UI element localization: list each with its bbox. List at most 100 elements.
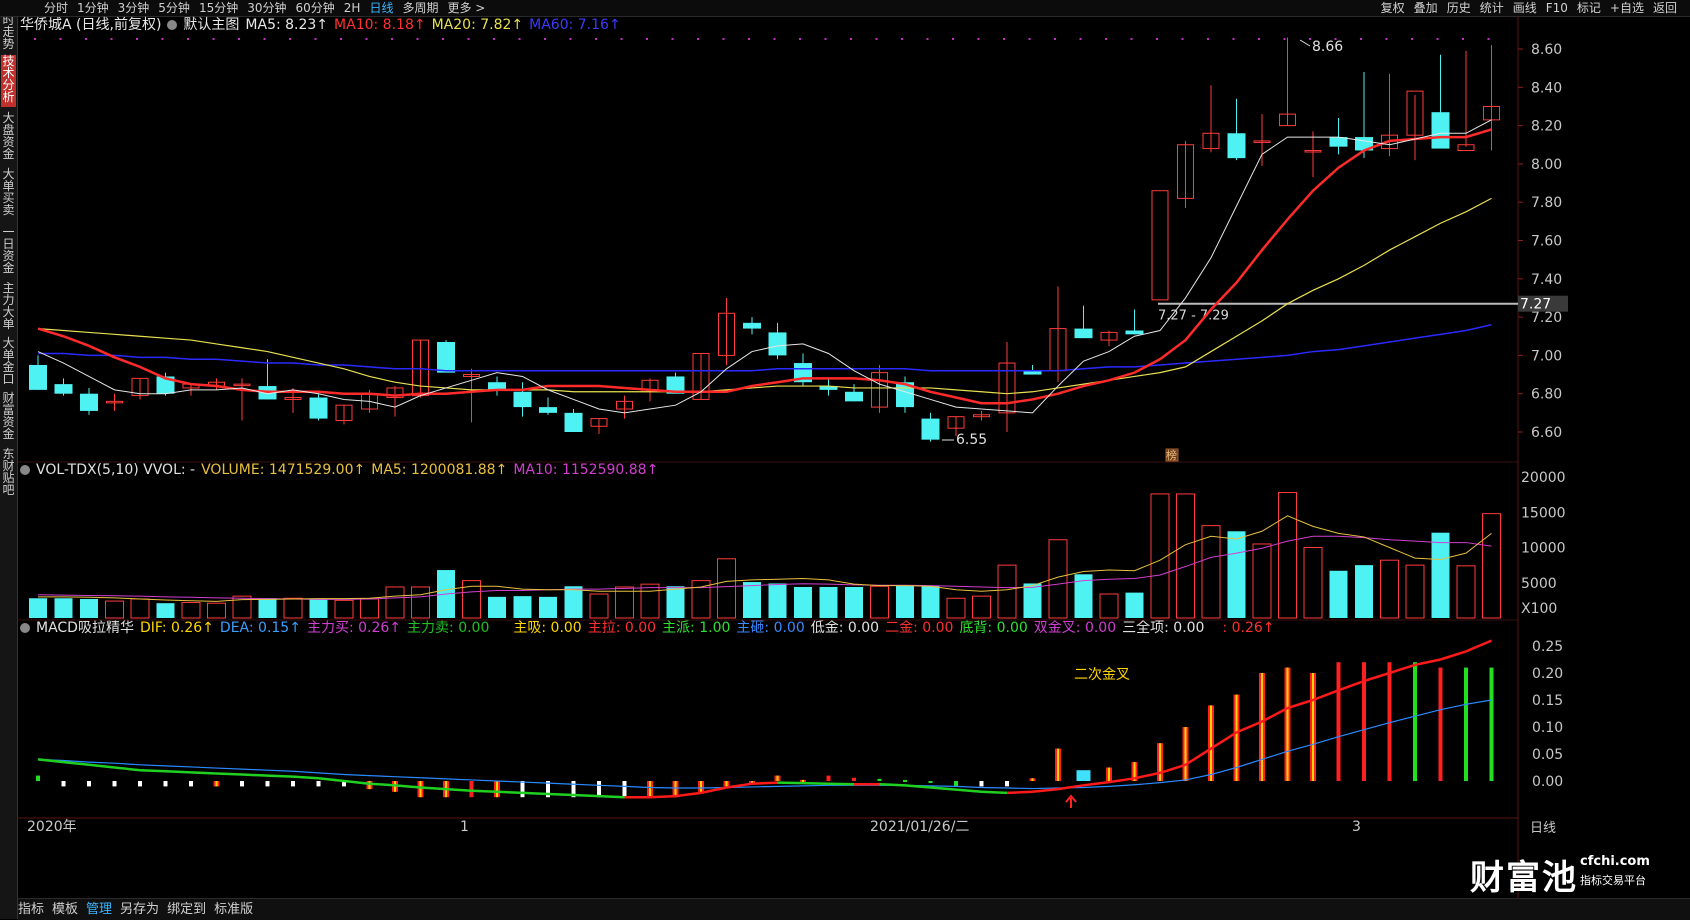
macd-bar-core bbox=[1108, 767, 1110, 781]
watermark-slogan: 指标交易平台 bbox=[1580, 874, 1646, 887]
toolbar-action-5[interactable]: F10 bbox=[1546, 1, 1568, 15]
bottom-item-0[interactable]: 指标 bbox=[18, 902, 44, 917]
candle-body bbox=[616, 400, 633, 410]
main-chart-legend: 华侨城A (日线,前复权) 默认主图 MA5: 8.23↑ MA10: 8.18↑ MA… bbox=[20, 16, 627, 34]
candle-body bbox=[335, 404, 353, 422]
vol-settings-dot-icon[interactable] bbox=[20, 465, 30, 475]
sidebar-tab-1[interactable]: 技术分析 bbox=[1, 55, 16, 107]
volume-bar bbox=[309, 598, 328, 618]
macd-bar bbox=[1233, 694, 1240, 781]
macd-bar bbox=[443, 781, 449, 798]
macd-bar bbox=[1208, 705, 1214, 781]
macd-dif-segment bbox=[369, 782, 396, 787]
macd-dif-segment bbox=[496, 790, 523, 795]
settings-dot-icon[interactable] bbox=[167, 20, 178, 30]
bottom-item-2[interactable]: 管理 bbox=[86, 902, 112, 917]
toolbar-action-3[interactable]: 统计 bbox=[1480, 1, 1504, 15]
macd-bar bbox=[316, 781, 321, 787]
macd-bar bbox=[291, 781, 295, 787]
bottom-item-4[interactable]: 绑定到 bbox=[167, 902, 206, 917]
macd-dif-segment bbox=[37, 758, 64, 764]
volume-bar bbox=[1125, 592, 1144, 618]
candle-body bbox=[1253, 140, 1271, 143]
macd-bar-core bbox=[1031, 778, 1034, 781]
macd-settings-dot-icon[interactable] bbox=[20, 623, 30, 633]
bottom-item-1[interactable]: 模板 bbox=[52, 902, 78, 917]
period-tab-4[interactable]: 15分钟 bbox=[199, 1, 238, 15]
macd-dif-segment bbox=[1108, 777, 1135, 784]
template-label[interactable]: 默认主图 bbox=[183, 17, 239, 33]
macd-bar-core bbox=[1286, 667, 1289, 781]
toolbar-action-1[interactable]: 叠加 bbox=[1414, 1, 1438, 15]
macd-axis-label: 0.10 bbox=[1532, 720, 1563, 736]
price-axis-label: 6.60 bbox=[1531, 425, 1562, 441]
macd-bar bbox=[1029, 778, 1036, 781]
sidebar-tab-7[interactable]: 财富资金 bbox=[1, 392, 16, 444]
price-axis-label: 8.60 bbox=[1531, 42, 1562, 58]
toolbar-action-0[interactable]: 复权 bbox=[1381, 1, 1405, 15]
toolbar-action-7[interactable]: +自选 bbox=[1610, 1, 1644, 15]
sidebar-tab-8[interactable]: 东财贴吧 bbox=[1, 448, 16, 496]
macd-dif-segment bbox=[1184, 747, 1212, 766]
sidebar-tab-4[interactable]: 一日资金 bbox=[1, 226, 16, 278]
period-tab-2[interactable]: 3分钟 bbox=[118, 1, 150, 15]
period-tab-8[interactable]: 日线 bbox=[369, 1, 393, 15]
sidebar-tab-5[interactable]: 主力大单 bbox=[1, 282, 16, 334]
period-tab-7[interactable]: 2H bbox=[344, 1, 361, 15]
top-marker-dot bbox=[212, 38, 215, 40]
macd-bar-core bbox=[496, 781, 498, 798]
candle-body bbox=[921, 418, 940, 440]
period-tab-0[interactable]: 分时 bbox=[44, 1, 68, 15]
macd-zlm: 主力买: 0.26↑ bbox=[306, 620, 402, 636]
axis-period-label: 日线 bbox=[1530, 821, 1556, 836]
macd-dif-segment bbox=[394, 784, 421, 789]
stock-title[interactable]: 华侨城A (日线,前复权) bbox=[20, 17, 161, 33]
top-marker-dot bbox=[1130, 38, 1133, 40]
volume-bar bbox=[80, 598, 98, 618]
candle-body bbox=[1483, 105, 1500, 121]
toolbar-action-8[interactable]: 返回 bbox=[1653, 1, 1677, 15]
ma10-line bbox=[37, 128, 1492, 405]
macd-bar-core bbox=[1057, 748, 1059, 781]
macd-bar bbox=[520, 781, 525, 798]
period-tab-3[interactable]: 5分钟 bbox=[158, 1, 190, 15]
macd-bar-core bbox=[725, 781, 728, 787]
macd-bar-core bbox=[215, 781, 218, 787]
price-tag-box bbox=[1518, 295, 1568, 312]
toolbar-action-6[interactable]: 标记 bbox=[1577, 1, 1601, 15]
macd-axis-label: 0.15 bbox=[1532, 693, 1563, 709]
bottom-item-5[interactable]: 标准版 bbox=[214, 902, 253, 917]
macd-title[interactable]: MACD吸拉精华 bbox=[36, 620, 134, 636]
top-marker-dot bbox=[620, 38, 623, 40]
toolbar-action-2[interactable]: 历史 bbox=[1447, 1, 1471, 15]
top-marker-dot bbox=[187, 38, 189, 40]
macd-dif-segment bbox=[700, 786, 727, 795]
sidebar-tab-2[interactable]: 大盘资金 bbox=[1, 112, 16, 164]
toolbar-action-4[interactable]: 画线 bbox=[1513, 1, 1537, 15]
sidebar-tab-6[interactable]: 大单金口 bbox=[1, 337, 16, 389]
candle-body bbox=[1431, 112, 1450, 149]
period-tab-9[interactable]: 多周期 bbox=[402, 1, 438, 15]
period-tab-5[interactable]: 30分钟 bbox=[247, 1, 286, 15]
period-tab-10[interactable]: 更多 > bbox=[447, 1, 485, 15]
volume-bar bbox=[1355, 565, 1373, 618]
macd-bar bbox=[213, 781, 220, 787]
volume-bar bbox=[1074, 574, 1093, 618]
stock-chart[interactable]: 8.60 8.40 8.20 8.00 7.80 7.60 7.40 7.20 7.00 6.80… bbox=[0, 0, 1690, 919]
candle-body bbox=[1227, 133, 1246, 159]
period-tab-6[interactable]: 60分钟 bbox=[296, 1, 335, 15]
period-tab-1[interactable]: 1分钟 bbox=[77, 1, 109, 15]
macd-zp: 主派: 1.00 bbox=[662, 620, 731, 636]
vol-title[interactable]: VOL-TDX(5,10) VVOL: - bbox=[36, 462, 195, 478]
macd-bar bbox=[622, 781, 627, 798]
volume-bar bbox=[794, 586, 812, 618]
bottom-item-3[interactable]: 另存为 bbox=[120, 902, 159, 917]
volume-bar bbox=[768, 583, 787, 618]
top-marker-dot bbox=[595, 38, 597, 40]
badge-label: 榜 bbox=[1166, 448, 1177, 462]
macd-dif-segment bbox=[1006, 790, 1033, 795]
candle-body bbox=[437, 341, 455, 373]
sidebar-tab-3[interactable]: 大单买卖 bbox=[1, 168, 16, 220]
macd-dif-segment bbox=[216, 772, 243, 776]
price-axis-label: 8.40 bbox=[1531, 80, 1562, 96]
